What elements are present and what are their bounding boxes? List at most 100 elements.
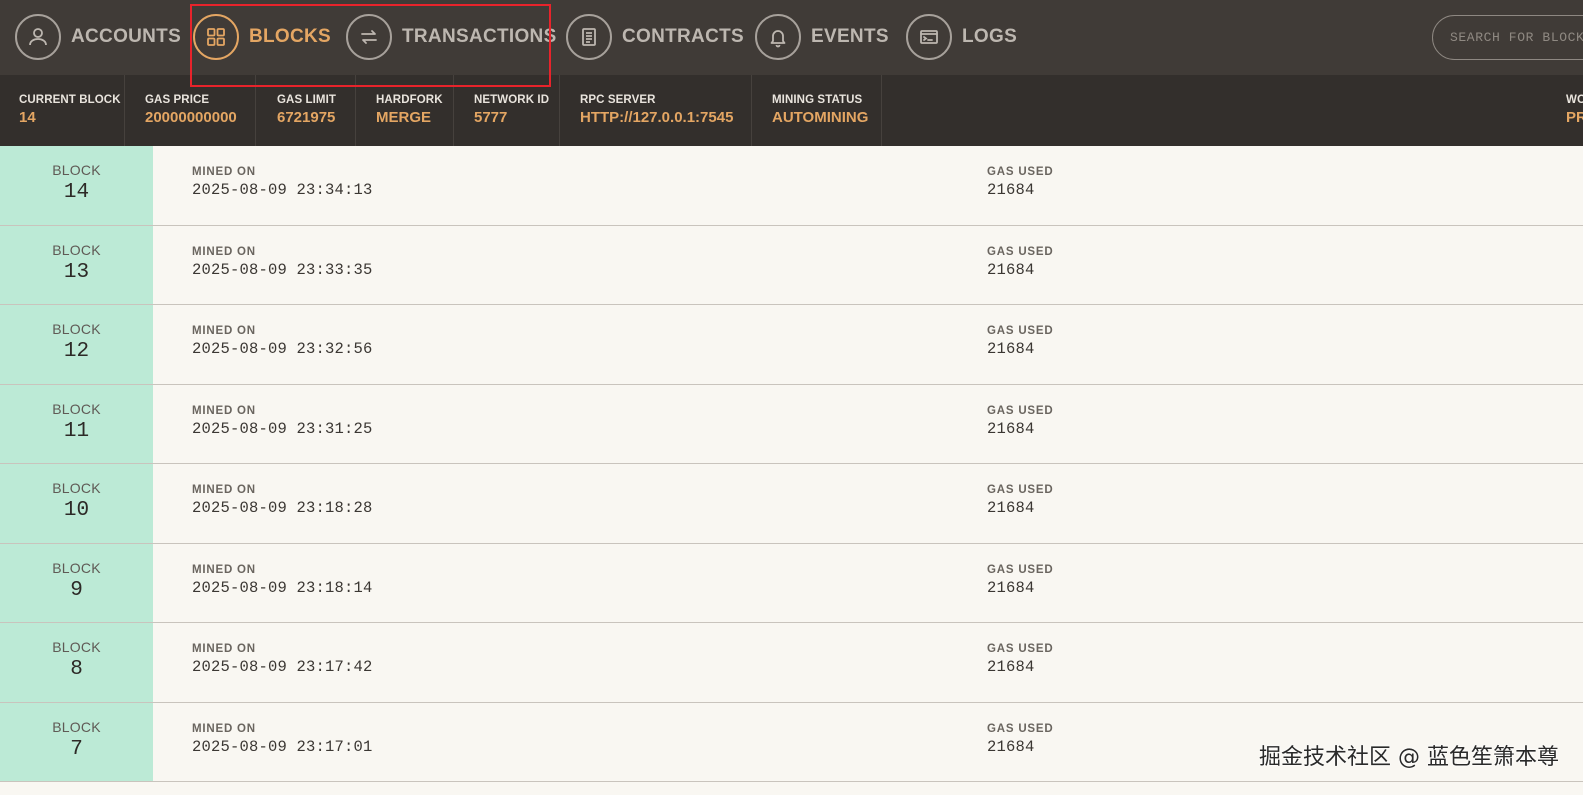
mined-on-label: MINED ON (192, 166, 256, 178)
block-label: BLOCK (52, 480, 101, 496)
mined-on-label: MINED ON (192, 325, 256, 337)
stat-label: CURRENT BLOCK (19, 94, 121, 106)
mined-on-value: 2025-08-09 23:31:25 (192, 419, 373, 438)
stat-value: HTTP://127.0.0.1:7545 (580, 109, 734, 126)
stat-label: WO (1566, 94, 1583, 106)
block-number: 10 (63, 499, 90, 522)
mined-on-label: MINED ON (192, 722, 256, 735)
mined-on-field: MINED ON 2025-08-09 23:34:13 (192, 166, 373, 199)
nav-blocks-label: BLOCKS (249, 26, 332, 47)
block-number: 9 (70, 578, 83, 602)
gas-used-value: 21684 (987, 419, 1035, 438)
gas-used-field: GAS USED 21684 (987, 484, 1053, 517)
block-row[interactable]: BLOCK 14 MINED ON 2025-08-09 23:34:13 GA… (0, 146, 1583, 226)
gas-used-value: 21684 (987, 260, 1035, 279)
block-number-cell: BLOCK 14 (0, 146, 153, 225)
stat-value: AUTOMINING (772, 109, 869, 126)
block-row[interactable]: BLOCK 10 MINED ON 2025-08-09 23:18:28 GA… (0, 464, 1583, 544)
nav-transactions[interactable]: TRANSACTIONS (346, 14, 557, 60)
stat-network-id: NETWORK ID 5777 (454, 75, 560, 146)
gas-used-label: GAS USED (987, 245, 1054, 258)
status-bar: CURRENT BLOCK 14 GAS PRICE 20000000000 G… (0, 75, 1583, 146)
block-label: BLOCK (52, 559, 101, 576)
transfer-arrows-icon (346, 14, 392, 60)
nav-contracts[interactable]: CONTRACTS (566, 14, 744, 60)
stat-value: PR (1566, 109, 1583, 126)
block-row[interactable]: BLOCK 12 MINED ON 2025-08-09 23:32:56 GA… (0, 305, 1583, 385)
watermark: 掘金技术社区 @ 蓝色笙箫本尊 (1259, 745, 1559, 770)
gas-used-label: GAS USED (987, 484, 1054, 496)
top-navigation: ACCOUNTS BLOCKS TRANSACTIONS CONTRACTS E… (0, 0, 1583, 75)
mined-on-value: 2025-08-09 23:17:01 (192, 737, 373, 756)
block-label: BLOCK (52, 162, 101, 178)
mined-on-field: MINED ON 2025-08-09 23:17:01 (192, 723, 373, 756)
gas-used-field: GAS USED 21684 (987, 405, 1053, 438)
user-icon (15, 14, 61, 60)
stat-label: HARDFORK (376, 94, 443, 106)
mined-on-value: 2025-08-09 23:34:13 (192, 181, 373, 199)
stat-label: RPC SERVER (580, 94, 656, 106)
nav-logs[interactable]: LOGS (906, 14, 1017, 60)
block-label: BLOCK (52, 400, 101, 417)
block-label: BLOCK (52, 639, 101, 655)
nav-accounts[interactable]: ACCOUNTS (15, 14, 181, 60)
bell-icon (755, 14, 801, 60)
stat-gas-price: GAS PRICE 20000000000 (125, 75, 256, 146)
block-number-cell: BLOCK 12 (0, 305, 153, 384)
block-number: 12 (63, 340, 90, 363)
gas-used-label: GAS USED (987, 563, 1054, 576)
nav-contracts-label: CONTRACTS (622, 26, 744, 47)
block-number: 7 (70, 737, 83, 761)
block-row[interactable]: BLOCK 8 MINED ON 2025-08-09 23:17:42 GAS… (0, 623, 1583, 703)
gas-used-value: 21684 (987, 737, 1035, 756)
block-list: BLOCK 14 MINED ON 2025-08-09 23:34:13 GA… (0, 146, 1583, 782)
block-row[interactable]: BLOCK 9 MINED ON 2025-08-09 23:18:14 GAS… (0, 543, 1583, 623)
gas-used-label: GAS USED (987, 643, 1054, 655)
nav-transactions-label: TRANSACTIONS (402, 26, 557, 47)
blocks-grid-icon (193, 14, 239, 60)
block-number-cell: BLOCK 8 (0, 623, 153, 702)
mined-on-field: MINED ON 2025-08-09 23:31:25 (192, 405, 373, 438)
gas-used-value: 21684 (987, 658, 1035, 676)
block-label: BLOCK (52, 718, 101, 735)
mined-on-value: 2025-08-09 23:18:14 (192, 578, 373, 597)
stat-rpc-server: RPC SERVER HTTP://127.0.0.1:7545 (560, 75, 752, 146)
gas-used-label: GAS USED (987, 166, 1054, 178)
mined-on-value: 2025-08-09 23:18:28 (192, 499, 373, 517)
stat-hardfork: HARDFORK MERGE (356, 75, 454, 146)
mined-on-field: MINED ON 2025-08-09 23:18:28 (192, 484, 373, 517)
gas-used-field: GAS USED 21684 (987, 166, 1053, 199)
gas-used-value: 21684 (987, 181, 1035, 199)
block-number-cell: BLOCK 11 (0, 384, 153, 463)
block-number-cell: BLOCK 7 (0, 702, 153, 781)
gas-used-field: GAS USED 21684 (987, 246, 1053, 279)
mined-on-field: MINED ON 2025-08-09 23:33:35 (192, 246, 373, 279)
gas-used-field: GAS USED 21684 (987, 643, 1053, 676)
block-label: BLOCK (52, 241, 101, 258)
block-row[interactable]: BLOCK 11 MINED ON 2025-08-09 23:31:25 GA… (0, 384, 1583, 464)
mined-on-value: 2025-08-09 23:33:35 (192, 260, 373, 279)
search-input[interactable] (1448, 29, 1583, 46)
block-number-cell: BLOCK 13 (0, 225, 153, 304)
block-row[interactable]: BLOCK 13 MINED ON 2025-08-09 23:33:35 GA… (0, 225, 1583, 305)
mined-on-label: MINED ON (192, 643, 256, 655)
mined-on-label: MINED ON (192, 563, 256, 576)
gas-used-field: GAS USED 21684 (987, 723, 1053, 756)
stat-value: 20000000000 (145, 109, 237, 126)
nav-events[interactable]: EVENTS (755, 14, 889, 60)
gas-used-field: GAS USED 21684 (987, 325, 1053, 358)
nav-blocks[interactable]: BLOCKS (193, 14, 331, 60)
block-number-cell: BLOCK 10 (0, 464, 153, 543)
block-number: 14 (63, 181, 90, 204)
gas-used-field: GAS USED 21684 (987, 564, 1053, 597)
search-box (1432, 15, 1583, 60)
block-number: 13 (63, 260, 90, 284)
gas-used-value: 21684 (987, 499, 1035, 517)
stat-current-block: CURRENT BLOCK 14 (0, 75, 125, 146)
stat-mining-status: MINING STATUS AUTOMINING (752, 75, 882, 146)
mined-on-field: MINED ON 2025-08-09 23:17:42 (192, 643, 373, 676)
mined-on-label: MINED ON (192, 484, 256, 496)
stat-label: GAS LIMIT (277, 94, 337, 106)
gas-used-label: GAS USED (987, 722, 1054, 735)
mined-on-field: MINED ON 2025-08-09 23:18:14 (192, 564, 373, 597)
